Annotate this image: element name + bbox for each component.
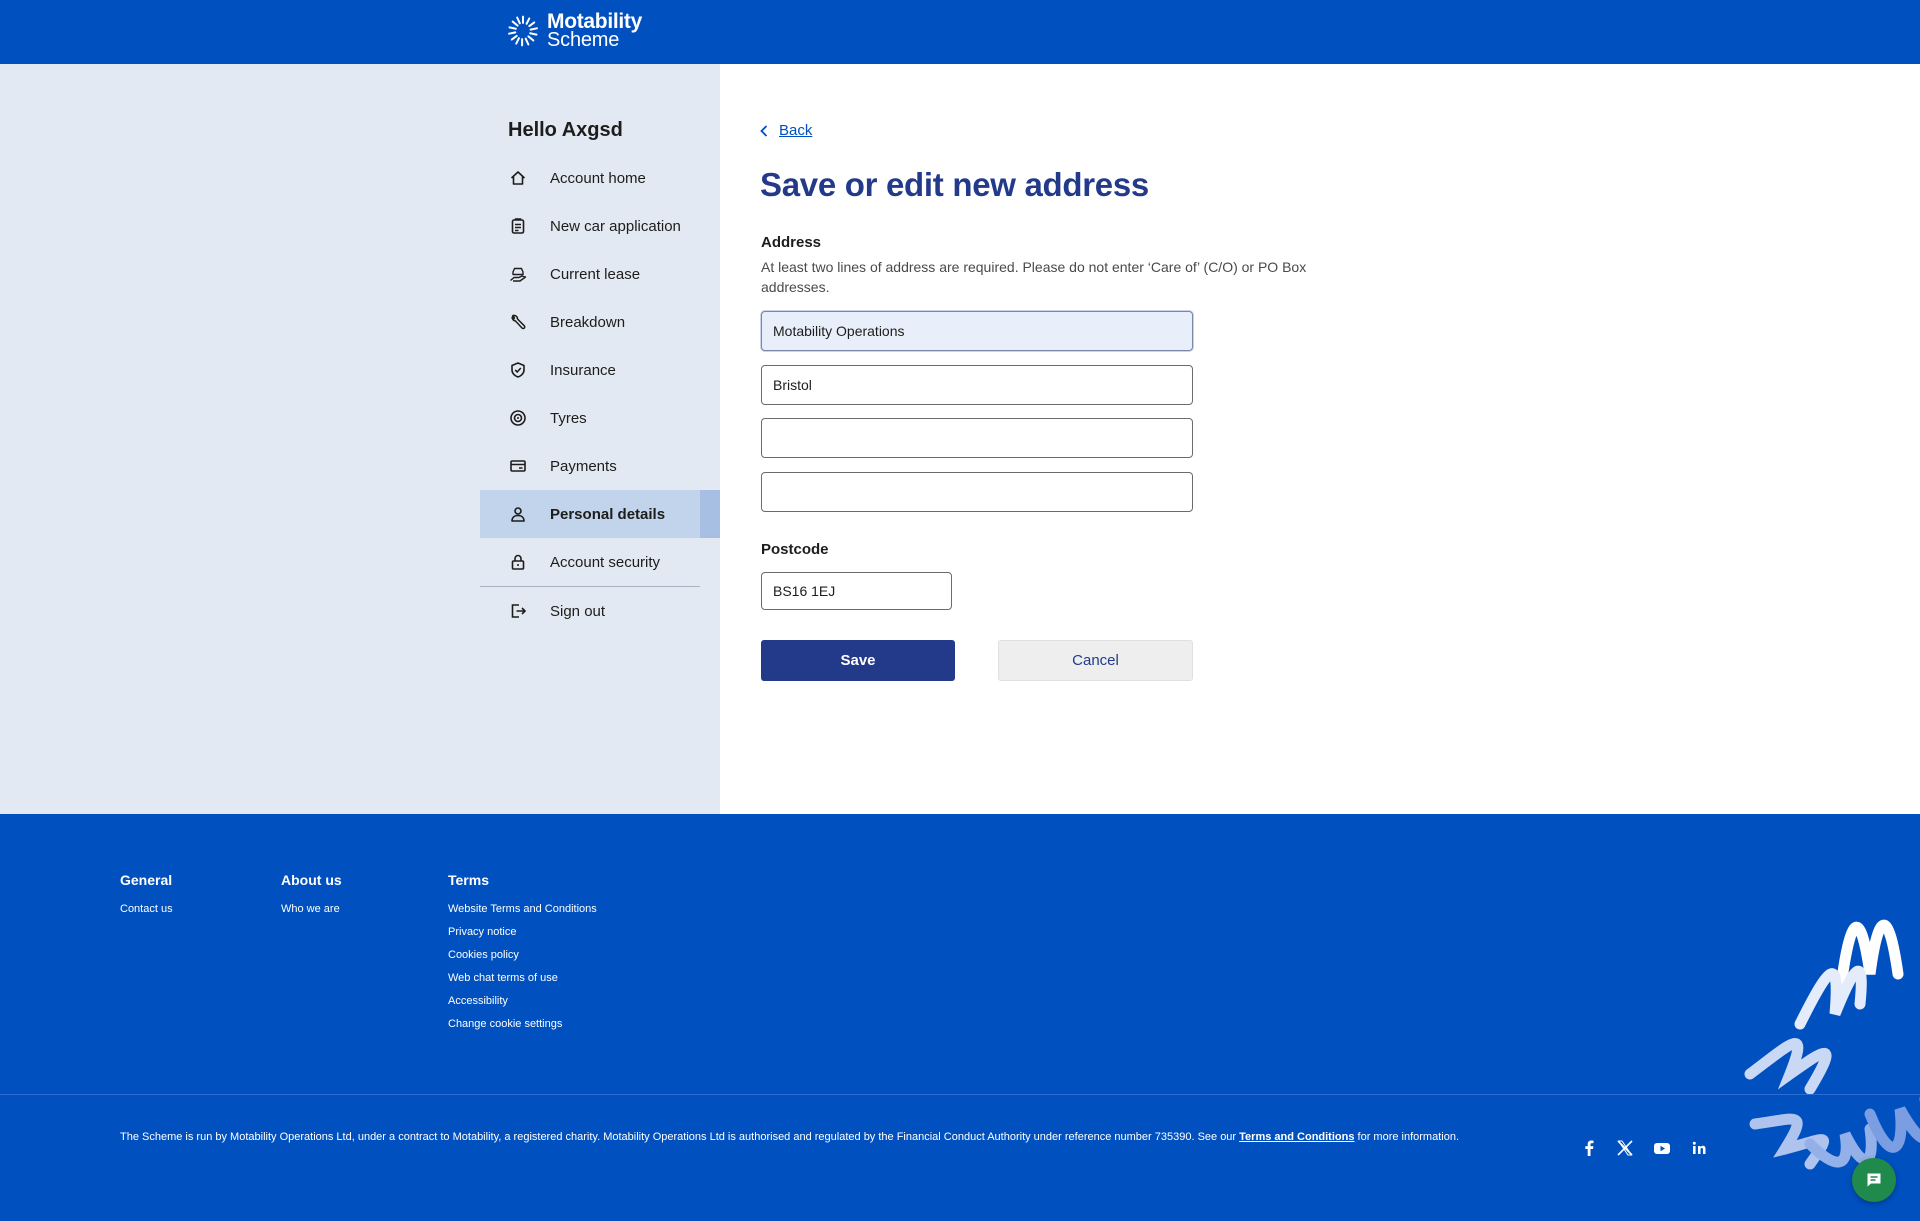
- sidebar-item-label: Tyres: [550, 409, 587, 427]
- footer-heading: About us: [281, 872, 342, 888]
- legal-notice: The Scheme is run by Motability Operatio…: [120, 1131, 1459, 1143]
- address-line-4-input[interactable]: [761, 472, 1193, 512]
- footer-heading: Terms: [448, 872, 489, 888]
- sidebar-item-new-car-application[interactable]: New car application: [480, 202, 720, 250]
- chat-icon: [1867, 1173, 1881, 1187]
- address-hint: At least two lines of address are requir…: [761, 259, 1307, 295]
- footer-link-cookies-policy[interactable]: Cookies policy: [448, 949, 597, 961]
- sidebar-item-label: Personal details: [550, 505, 666, 523]
- car-hand-icon: [509, 265, 527, 283]
- card-icon: [509, 457, 527, 475]
- footer-divider: [0, 1094, 1920, 1095]
- linkedin-icon[interactable]: [1688, 1137, 1710, 1159]
- back-link-label: Back: [779, 122, 813, 139]
- footer-link-website-terms[interactable]: Website Terms and Conditions: [448, 903, 597, 915]
- footer-link-web-chat-terms[interactable]: Web chat terms of use: [448, 972, 597, 984]
- motability-logo[interactable]: Motability Scheme: [505, 11, 642, 51]
- sidebar-item-breakdown[interactable]: Breakdown: [480, 298, 720, 346]
- logo-wordmark-line2: Scheme: [547, 29, 620, 51]
- sidebar-item-label: Current lease: [550, 265, 641, 283]
- legal-suffix: for more information.: [1354, 1131, 1460, 1143]
- address-label: Address: [761, 234, 822, 251]
- postcode-input[interactable]: [761, 572, 952, 610]
- footer-column-about-us: About us Who we are: [281, 872, 342, 926]
- sunburst-logo-icon: [508, 15, 538, 47]
- postcode-label: Postcode: [761, 541, 829, 558]
- site-header: Motability Scheme: [0, 0, 1920, 64]
- footer-link-accessibility[interactable]: Accessibility: [448, 995, 597, 1007]
- tyre-icon: [509, 409, 527, 427]
- decorative-swirl-icon: [1744, 919, 1920, 1170]
- sidebar-item-label: Breakdown: [550, 313, 626, 331]
- facebook-icon[interactable]: [1578, 1137, 1600, 1159]
- lock-icon: [509, 553, 527, 571]
- sign-out-icon: [509, 602, 527, 620]
- web-chat-button[interactable]: [1852, 1158, 1896, 1202]
- cancel-button[interactable]: Cancel: [998, 640, 1193, 681]
- footer-column-general: General Contact us: [120, 872, 173, 926]
- footer-link-who-we-are[interactable]: Who we are: [281, 903, 342, 915]
- sidebar-item-label: Account home: [550, 169, 646, 187]
- youtube-icon[interactable]: [1651, 1137, 1673, 1159]
- sidebar-item-label: Payments: [550, 457, 617, 475]
- footer-column-terms: Terms Website Terms and Conditions Priva…: [448, 872, 597, 1041]
- save-button[interactable]: Save: [761, 640, 955, 681]
- x-icon[interactable]: [1614, 1137, 1636, 1159]
- wrench-icon: [509, 313, 527, 331]
- sidebar-item-current-lease[interactable]: Current lease: [480, 250, 720, 298]
- page-title: Save or edit new address: [760, 166, 1149, 203]
- clipboard-icon: [509, 217, 527, 235]
- footer-link-cookie-settings[interactable]: Change cookie settings: [448, 1018, 597, 1030]
- sidebar-item-label: Account security: [550, 553, 661, 571]
- account-nav: Account home New car application Current…: [480, 154, 720, 635]
- home-icon: [509, 169, 527, 187]
- sidebar-item-tyres[interactable]: Tyres: [480, 394, 720, 442]
- greeting: Hello Axgsd: [508, 119, 623, 141]
- legal-text: The Scheme is run by Motability Operatio…: [120, 1131, 1240, 1143]
- person-icon: [509, 505, 527, 523]
- sidebar-item-personal-details[interactable]: Personal details: [480, 490, 720, 538]
- back-link[interactable]: Back: [759, 122, 812, 139]
- sidebar-item-account-home[interactable]: Account home: [480, 154, 720, 202]
- sidebar-item-label: Insurance: [550, 361, 616, 379]
- sidebar-item-insurance[interactable]: Insurance: [480, 346, 720, 394]
- footer-heading: General: [120, 872, 173, 888]
- sidebar-item-sign-out[interactable]: Sign out: [480, 587, 720, 635]
- terms-and-conditions-link[interactable]: Terms and Conditions: [1239, 1131, 1354, 1143]
- sidebar-item-account-security[interactable]: Account security: [480, 538, 720, 586]
- sidebar-item-label: New car application: [550, 217, 681, 235]
- sidebar-item-payments[interactable]: Payments: [480, 442, 720, 490]
- address-line-1-input[interactable]: [761, 311, 1193, 351]
- site-footer: General Contact us About us Who we are T…: [0, 814, 1920, 1221]
- address-line-3-input[interactable]: [761, 418, 1193, 458]
- footer-link-privacy-notice[interactable]: Privacy notice: [448, 926, 597, 938]
- address-line-2-input[interactable]: [761, 365, 1193, 405]
- sidebar-item-label: Sign out: [550, 602, 606, 620]
- chevron-left-icon: [760, 124, 768, 137]
- footer-link-contact-us[interactable]: Contact us: [120, 903, 173, 915]
- shield-check-icon: [509, 361, 527, 379]
